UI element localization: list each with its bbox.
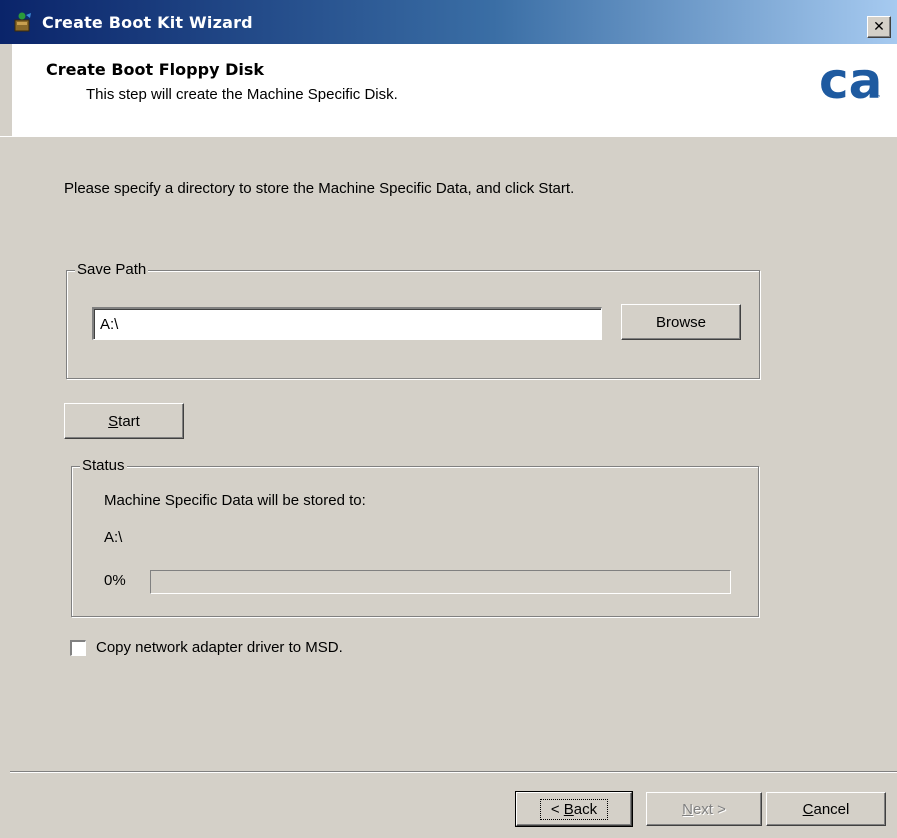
close-icon: ✕ — [873, 19, 885, 35]
cancel-mnemonic: C — [802, 800, 814, 818]
status-group: Status — [71, 457, 759, 617]
footer-divider — [10, 771, 897, 773]
wizard-header: Create Boot Floppy Disk This step will c… — [12, 44, 897, 137]
close-button[interactable]: ✕ — [867, 16, 891, 38]
save-path-group-label: Save Path — [75, 261, 149, 278]
status-path: A:\ — [104, 529, 123, 546]
back-button-label: < Back — [539, 798, 609, 820]
next-button-label: Next > — [682, 801, 726, 818]
start-button[interactable]: Start — [64, 403, 184, 439]
start-mnemonic: S — [108, 412, 119, 430]
step-title: Create Boot Floppy Disk — [46, 60, 264, 79]
browse-button[interactable]: Browse — [621, 304, 741, 340]
cancel-button[interactable]: Cancel — [766, 792, 886, 826]
instructions-text: Please specify a directory to store the … — [64, 180, 575, 197]
start-label-rest: tart — [118, 412, 140, 430]
progress-percent: 0% — [104, 572, 126, 589]
next-button[interactable]: Next > — [646, 792, 762, 826]
window-title: Create Boot Kit Wizard — [42, 12, 253, 32]
wizard-app-icon — [12, 11, 34, 33]
cancel-button-label: Cancel — [803, 801, 850, 818]
status-stored-text: Machine Specific Data will be stored to: — [104, 492, 366, 509]
step-subtitle: This step will create the Machine Specif… — [86, 86, 398, 103]
back-button[interactable]: < Back — [515, 791, 633, 827]
cancel-rest: ancel — [813, 800, 850, 818]
next-mnemonic: N — [682, 800, 693, 818]
start-button-label: Start — [108, 413, 140, 430]
status-group-label: Status — [80, 457, 127, 474]
browse-button-label: Browse — [655, 313, 707, 331]
logo-text: ca — [819, 54, 882, 106]
next-rest: ext > — [692, 800, 726, 818]
wizard-window: Create Boot Kit Wizard ✕ Create Boot Flo… — [0, 0, 897, 838]
back-lt: < — [550, 800, 564, 818]
logo-tm: ™ — [874, 94, 881, 102]
save-path-input[interactable]: A:\ — [92, 307, 602, 340]
progress-bar — [150, 570, 731, 594]
header-divider — [0, 136, 897, 137]
ca-logo: ca ™ — [819, 52, 883, 111]
title-bar[interactable]: Create Boot Kit Wizard ✕ — [0, 0, 897, 44]
back-rest: ack — [573, 800, 598, 818]
back-mnemonic: B — [563, 800, 574, 818]
copy-driver-label[interactable]: Copy network adapter driver to MSD. — [96, 639, 343, 656]
copy-driver-checkbox[interactable] — [70, 640, 86, 656]
